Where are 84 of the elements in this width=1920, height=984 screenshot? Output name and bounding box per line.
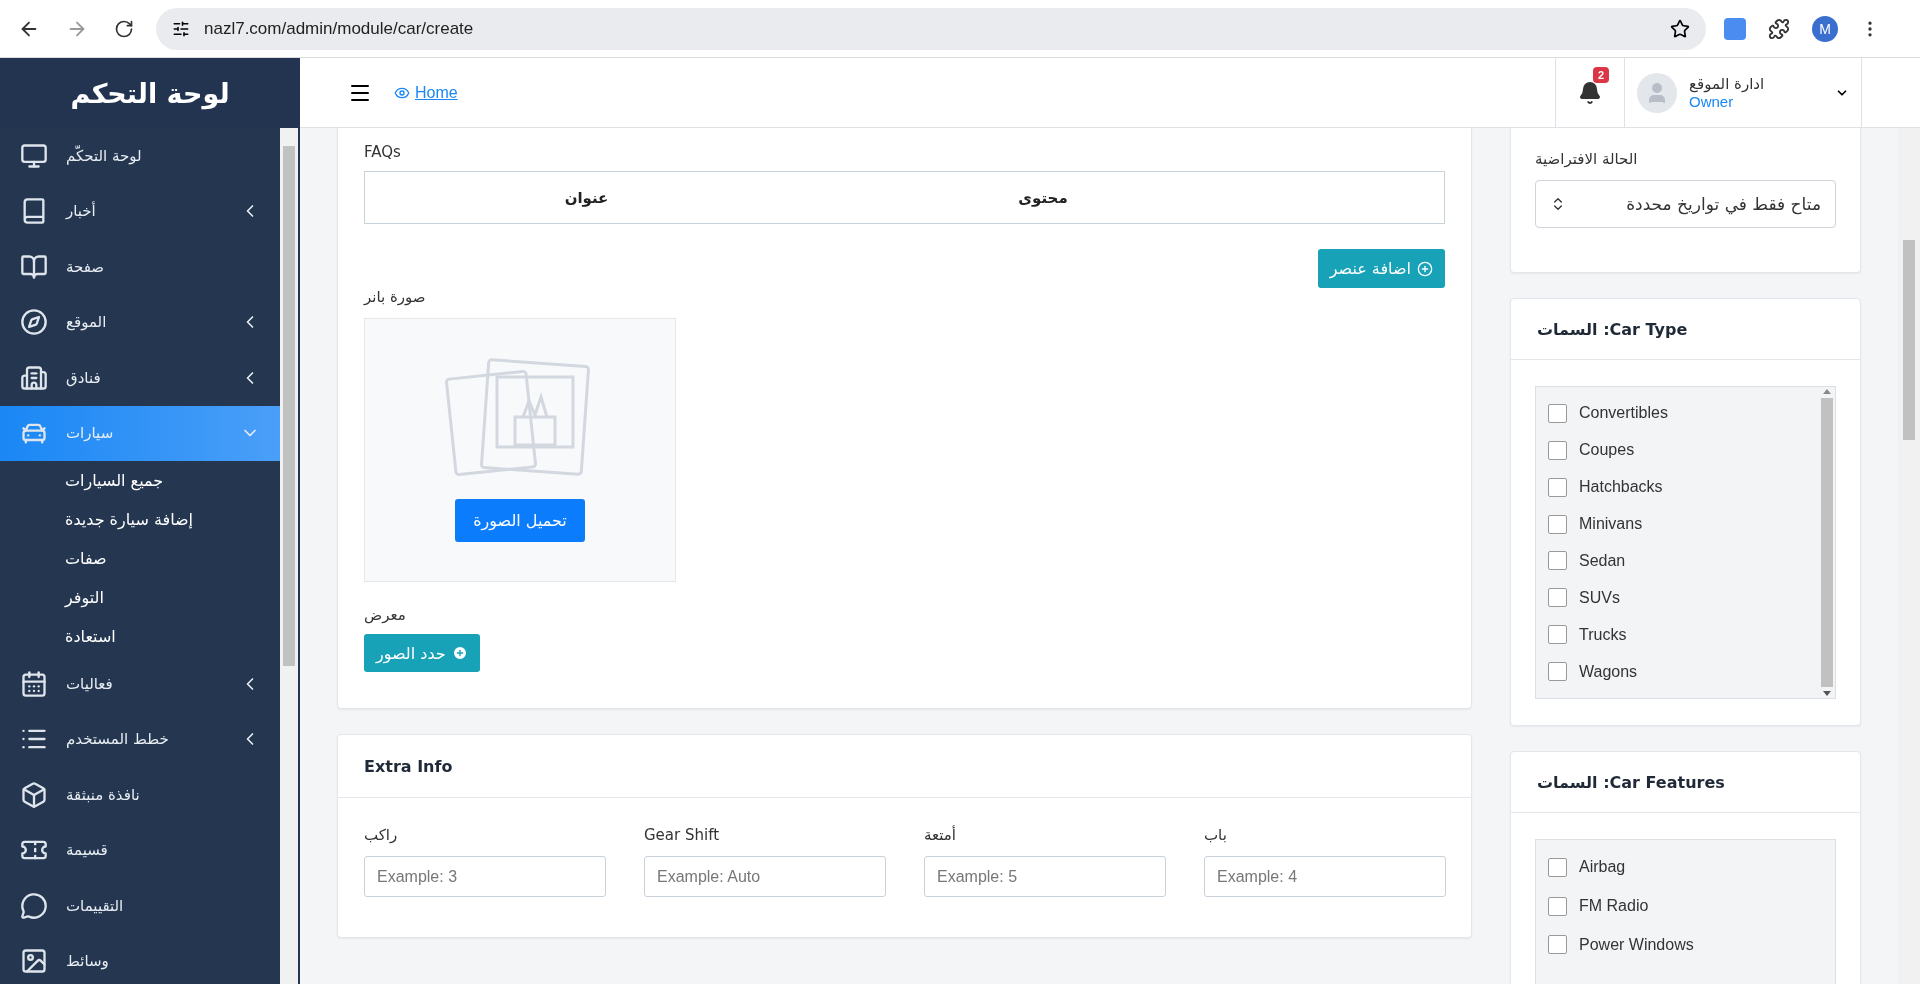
checkbox-option[interactable]: Convertibles: [1548, 395, 1807, 432]
checkbox-option[interactable]: Wagons: [1548, 653, 1807, 690]
checkbox-option[interactable]: Trucks: [1548, 616, 1807, 654]
column-header: عنوان: [563, 188, 610, 207]
section-label: معرض: [364, 606, 407, 624]
field-label: Gear Shift: [644, 826, 721, 844]
sidebar-subitem[interactable]: إضافة سيارة جديدة: [0, 500, 280, 539]
section-label: صورة بانر: [364, 288, 427, 306]
sidebar-item[interactable]: لوحة التحكّم: [0, 128, 280, 184]
field-label: راكب: [364, 826, 399, 844]
field-label: الحالة الافتراضية: [1535, 150, 1639, 168]
status-select[interactable]: متاح فقط في تواريخ محددة: [1535, 180, 1836, 228]
scrollbar[interactable]: [280, 128, 298, 984]
sidebar-item[interactable]: صفحة: [0, 239, 280, 295]
bookmark-star-icon[interactable]: [1670, 18, 1690, 39]
user-avatar: [1637, 72, 1677, 113]
input-field[interactable]: Example: Auto: [644, 856, 886, 897]
extension-icon[interactable]: [1724, 17, 1746, 40]
sidebar-subitem[interactable]: استعادة: [0, 617, 280, 656]
profile-avatar[interactable]: M: [1812, 15, 1838, 42]
sidebar-item[interactable]: فنادق: [0, 350, 280, 406]
sidebar-item[interactable]: الموقع: [0, 294, 280, 350]
notification-badge: 2: [1593, 66, 1610, 83]
checkbox[interactable]: [1548, 857, 1567, 877]
sidebar-item[interactable]: وسائط: [0, 933, 280, 984]
checkbox-option[interactable]: SUVs: [1548, 579, 1807, 617]
plus-circle-icon: [1417, 260, 1433, 277]
section-label: FAQs: [364, 143, 402, 161]
sidebar-item[interactable]: خطط المستخدم: [0, 711, 280, 767]
plus-circle-icon: [451, 645, 468, 661]
checkbox[interactable]: [1548, 625, 1567, 645]
checkbox[interactable]: [1548, 440, 1567, 460]
card-title: السمات :Car Features: [1511, 752, 1860, 813]
input-field[interactable]: Example: 5: [924, 856, 1166, 897]
sidebar-subitem[interactable]: صفات: [0, 539, 280, 578]
card-title: السمات :Car Type: [1511, 299, 1860, 360]
checkbox-option[interactable]: FM Radio: [1548, 886, 1823, 926]
checkbox-option[interactable]: Coupes: [1548, 431, 1807, 469]
address-bar[interactable]: nazl7.com/admin/module/car/create: [156, 7, 1706, 50]
sidebar-subitem[interactable]: التوفر: [0, 578, 280, 617]
checkbox[interactable]: [1548, 588, 1567, 608]
sidebar-item[interactable]: قسيمة: [0, 822, 280, 878]
checkbox[interactable]: [1548, 403, 1567, 423]
checkbox[interactable]: [1548, 896, 1567, 916]
field-label: باب: [1204, 826, 1228, 844]
speech-bubble-icon: [20, 891, 48, 920]
open-book-icon: [20, 252, 48, 281]
calendar-icon: [20, 669, 48, 698]
sidebar-item[interactable]: أخبار: [0, 183, 280, 239]
input-field[interactable]: Example: 3: [364, 856, 606, 897]
site-settings-icon[interactable]: [172, 19, 190, 38]
notification-button[interactable]: 2: [1555, 57, 1625, 128]
monitor-icon: [20, 141, 48, 170]
checkbox[interactable]: [1548, 662, 1567, 682]
upload-image-button[interactable]: تحميل الصورة: [455, 499, 585, 542]
scroll-down-arrow-icon[interactable]: [1823, 691, 1831, 696]
checkbox[interactable]: [1548, 514, 1567, 534]
checkbox[interactable]: [1548, 477, 1567, 497]
checkbox-option[interactable]: Power Windows: [1548, 925, 1823, 965]
user-name: ادارة الموقع: [1689, 75, 1766, 93]
home-link[interactable]: Home: [394, 83, 458, 102]
checkbox-option[interactable]: Sedan: [1548, 542, 1807, 580]
field-label: أمتعة: [924, 826, 957, 844]
scrollbar[interactable]: [1898, 128, 1920, 984]
checkbox-option[interactable]: Airbag: [1548, 848, 1823, 887]
compass-icon: [20, 308, 48, 337]
card-title: Extra Info: [338, 735, 1471, 798]
sidebar-item[interactable]: التقييمات: [0, 878, 280, 934]
checkbox-option[interactable]: Minivans: [1548, 505, 1807, 543]
image-icon: [20, 947, 48, 976]
checkbox[interactable]: [1548, 935, 1567, 955]
user-role: Owner: [1689, 93, 1735, 110]
scroll-up-arrow-icon[interactable]: [1823, 389, 1831, 394]
bell-icon: [1578, 80, 1602, 105]
column-header: محتوى: [1017, 188, 1069, 207]
sidebar-item[interactable]: فعاليات: [0, 656, 280, 712]
building-icon: [20, 363, 48, 392]
input-field[interactable]: Example: 4: [1204, 856, 1446, 897]
scrollbar[interactable]: [1819, 387, 1835, 698]
checkbox[interactable]: [1548, 551, 1567, 571]
cube-icon: [20, 780, 48, 809]
sidebar-subitem[interactable]: جميع السيارات: [0, 461, 280, 500]
sidebar-item[interactable]: نافذة منبثقة: [0, 767, 280, 823]
checkbox-option[interactable]: Hatchbacks: [1548, 468, 1807, 506]
